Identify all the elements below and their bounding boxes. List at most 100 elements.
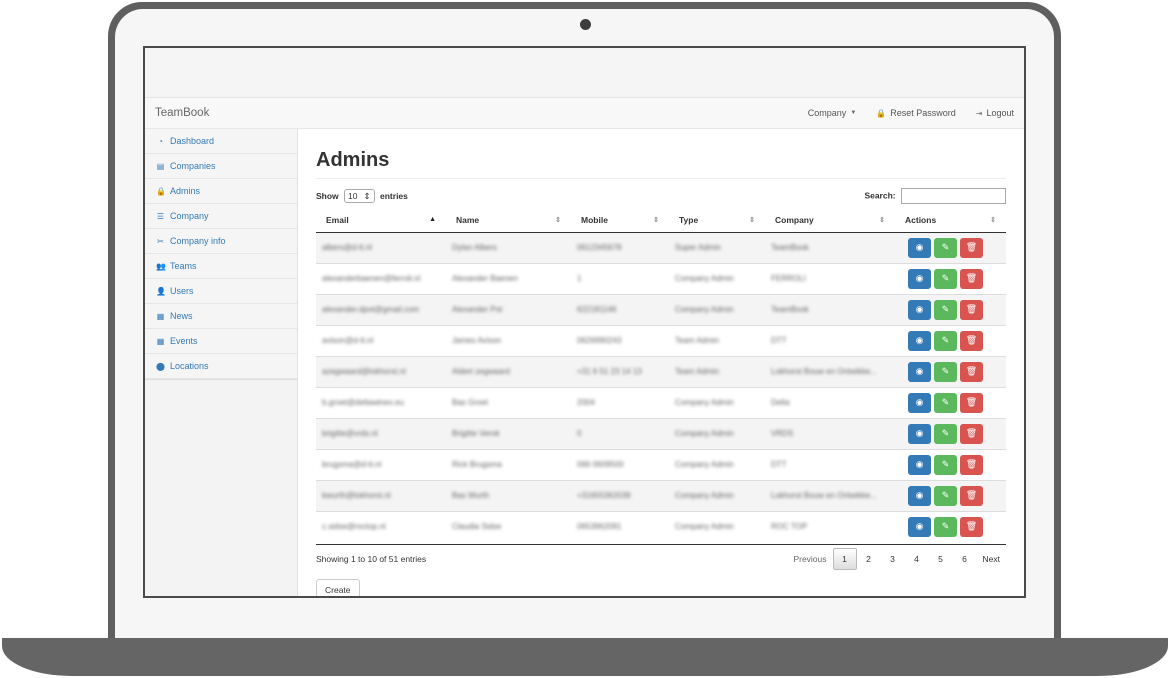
trash-icon: 🗑 <box>965 397 978 407</box>
column-header-actions[interactable]: Actions ⇕ <box>895 209 1006 233</box>
view-button[interactable]: ◉ <box>908 454 931 475</box>
view-button[interactable]: ◉ <box>908 361 931 382</box>
view-button[interactable]: ◉ <box>908 516 931 537</box>
row-actions: ◉ ✎ 🗑 <box>901 299 1006 320</box>
delete-button[interactable]: 🗑 <box>960 516 983 537</box>
table-row: b.groet@deltawinex.eu Bas Groet 2004 Compan… <box>316 386 1006 418</box>
edit-button[interactable]: ✎ <box>934 423 957 444</box>
view-button[interactable]: ◉ <box>908 330 931 351</box>
pagination-page-3[interactable]: 3 <box>881 548 905 570</box>
cell-email: bwurth@lokhorst.nl <box>316 479 446 511</box>
brand-link[interactable]: TeamBook <box>155 107 209 119</box>
cell-mobile: 066 0609500 <box>571 448 669 480</box>
eye-icon: ◉ <box>915 366 924 376</box>
cell-email: albers@d-tt.nl <box>316 231 446 263</box>
search-input[interactable] <box>901 188 1006 204</box>
pagination-page-4[interactable]: 4 <box>905 548 929 570</box>
navbar-right: Company ▼ 🔒 Reset Password ⇥ Logout <box>808 108 1014 118</box>
pencil-icon: ✎ <box>941 490 950 500</box>
cell-email: brugsma@d-tt.nl <box>316 448 446 480</box>
cell-email: brigitte@vrds.nl <box>316 417 446 449</box>
delete-button[interactable]: 🗑 <box>960 268 983 289</box>
row-actions: ◉ ✎ 🗑 <box>901 330 1006 351</box>
delete-button[interactable]: 🗑 <box>960 237 983 258</box>
sidebar-item-users[interactable]: 👤 Users <box>145 279 297 304</box>
eye-icon: ◉ <box>915 273 924 283</box>
eye-icon: ◉ <box>915 521 924 532</box>
edit-button[interactable]: ✎ <box>934 268 957 289</box>
page-size-select[interactable]: 10 ⇕ <box>344 189 375 203</box>
sidebar-item-teams[interactable]: 👥 Teams <box>145 254 297 279</box>
delete-button[interactable]: 🗑 <box>960 454 983 475</box>
delete-button[interactable]: 🗑 <box>960 392 983 413</box>
view-button[interactable]: ◉ <box>908 392 931 413</box>
cell-name: Aldert zegwaard <box>446 355 571 387</box>
eye-icon: ◉ <box>915 397 924 407</box>
view-button[interactable]: ◉ <box>908 299 931 320</box>
delete-button[interactable]: 🗑 <box>960 361 983 382</box>
cell-name: Bas Groet <box>446 386 571 418</box>
sidebar-item-company-info[interactable]: ✂ Company info <box>145 229 297 254</box>
pagination-page-1[interactable]: 1 <box>832 548 857 570</box>
sidebar-item-dashboard[interactable]: ◔ Dashboard <box>145 129 297 154</box>
edit-button[interactable]: ✎ <box>934 237 957 258</box>
column-header-email[interactable]: Email ▲ <box>316 209 446 233</box>
sidebar-item-news[interactable]: ▦ News <box>145 304 297 329</box>
logout-icon: ⇥ <box>975 108 983 118</box>
file-icon: ▦ <box>156 311 165 321</box>
sidebar-item-events[interactable]: ▦ Events <box>145 329 297 354</box>
eye-icon: ◉ <box>915 242 924 252</box>
column-header-type[interactable]: Type ⇕ <box>669 209 765 233</box>
trash-icon: 🗑 <box>965 366 978 376</box>
cell-type: Company Admin <box>669 479 765 511</box>
pencil-icon: ✎ <box>941 304 950 314</box>
view-button[interactable]: ◉ <box>908 268 931 289</box>
delete-button[interactable]: 🗑 <box>960 485 983 506</box>
pagination-next[interactable]: Next <box>977 548 1006 570</box>
cell-actions: ◉ ✎ 🗑 <box>895 386 1006 418</box>
column-header-name[interactable]: Name ⇕ <box>446 209 571 233</box>
view-button[interactable]: ◉ <box>908 423 931 444</box>
reset-password-link[interactable]: 🔒 Reset Password <box>876 108 956 118</box>
view-button[interactable]: ◉ <box>908 237 931 258</box>
sidebar-item-admins[interactable]: 🔒 Admins <box>145 179 297 204</box>
cell-name: Bas Wurth <box>446 479 571 511</box>
pagination-previous[interactable]: Previous <box>787 548 832 570</box>
column-header-company[interactable]: Company ⇕ <box>765 209 895 233</box>
pagination-page-2[interactable]: 2 <box>857 548 881 570</box>
row-actions: ◉ ✎ 🗑 <box>901 237 1006 258</box>
cell-mobile: 2004 <box>571 386 669 418</box>
pagination-page-5[interactable]: 5 <box>929 548 953 570</box>
logout-link[interactable]: ⇥ Logout <box>976 108 1014 118</box>
app-screen: TeamBook Company ▼ 🔒 Reset Password ⇥ Lo… <box>143 46 1026 598</box>
sidebar-item-company[interactable]: ☰ Company <box>145 204 297 229</box>
pagination-page-6[interactable]: 6 <box>953 548 977 570</box>
column-header-mobile[interactable]: Mobile ⇕ <box>571 209 669 233</box>
pagination: Previous 1 2 3 4 5 6 Next <box>787 548 1006 570</box>
create-button[interactable]: Create <box>316 579 360 596</box>
cell-company: ROC TOP <box>765 510 895 542</box>
edit-button[interactable]: ✎ <box>934 330 957 351</box>
delete-button[interactable]: 🗑 <box>960 423 983 444</box>
edit-button[interactable]: ✎ <box>934 516 957 537</box>
edit-button[interactable]: ✎ <box>934 299 957 320</box>
cell-type: Team Admin <box>669 355 765 387</box>
table-row: c.sidse@roctop.nl Claudia Sidse 0653962091… <box>316 510 1006 542</box>
trash-icon: 🗑 <box>965 521 978 532</box>
sidebar-item-locations[interactable]: ⬤ Locations <box>145 354 297 379</box>
edit-button[interactable]: ✎ <box>934 454 957 475</box>
sidebar-item-companies[interactable]: ▤ Companies <box>145 154 297 179</box>
trash-icon: 🗑 <box>965 242 978 252</box>
reset-password-label: Reset Password <box>890 108 956 118</box>
view-button[interactable]: ◉ <box>908 485 931 506</box>
delete-button[interactable]: 🗑 <box>960 299 983 320</box>
delete-button[interactable]: 🗑 <box>960 330 983 351</box>
company-dropdown[interactable]: Company ▼ <box>808 108 856 118</box>
laptop-mockup: TeamBook Company ▼ 🔒 Reset Password ⇥ Lo… <box>0 0 1170 678</box>
edit-button[interactable]: ✎ <box>934 361 957 382</box>
sidebar-menu: ◔ Dashboard ▤ Companies 🔒 Admins ☰ Company ✂ Comp… <box>145 129 297 380</box>
edit-button[interactable]: ✎ <box>934 485 957 506</box>
edit-button[interactable]: ✎ <box>934 392 957 413</box>
sort-icon: ⇕ <box>555 217 561 224</box>
cell-email: avison@d-tt.nl <box>316 324 446 356</box>
